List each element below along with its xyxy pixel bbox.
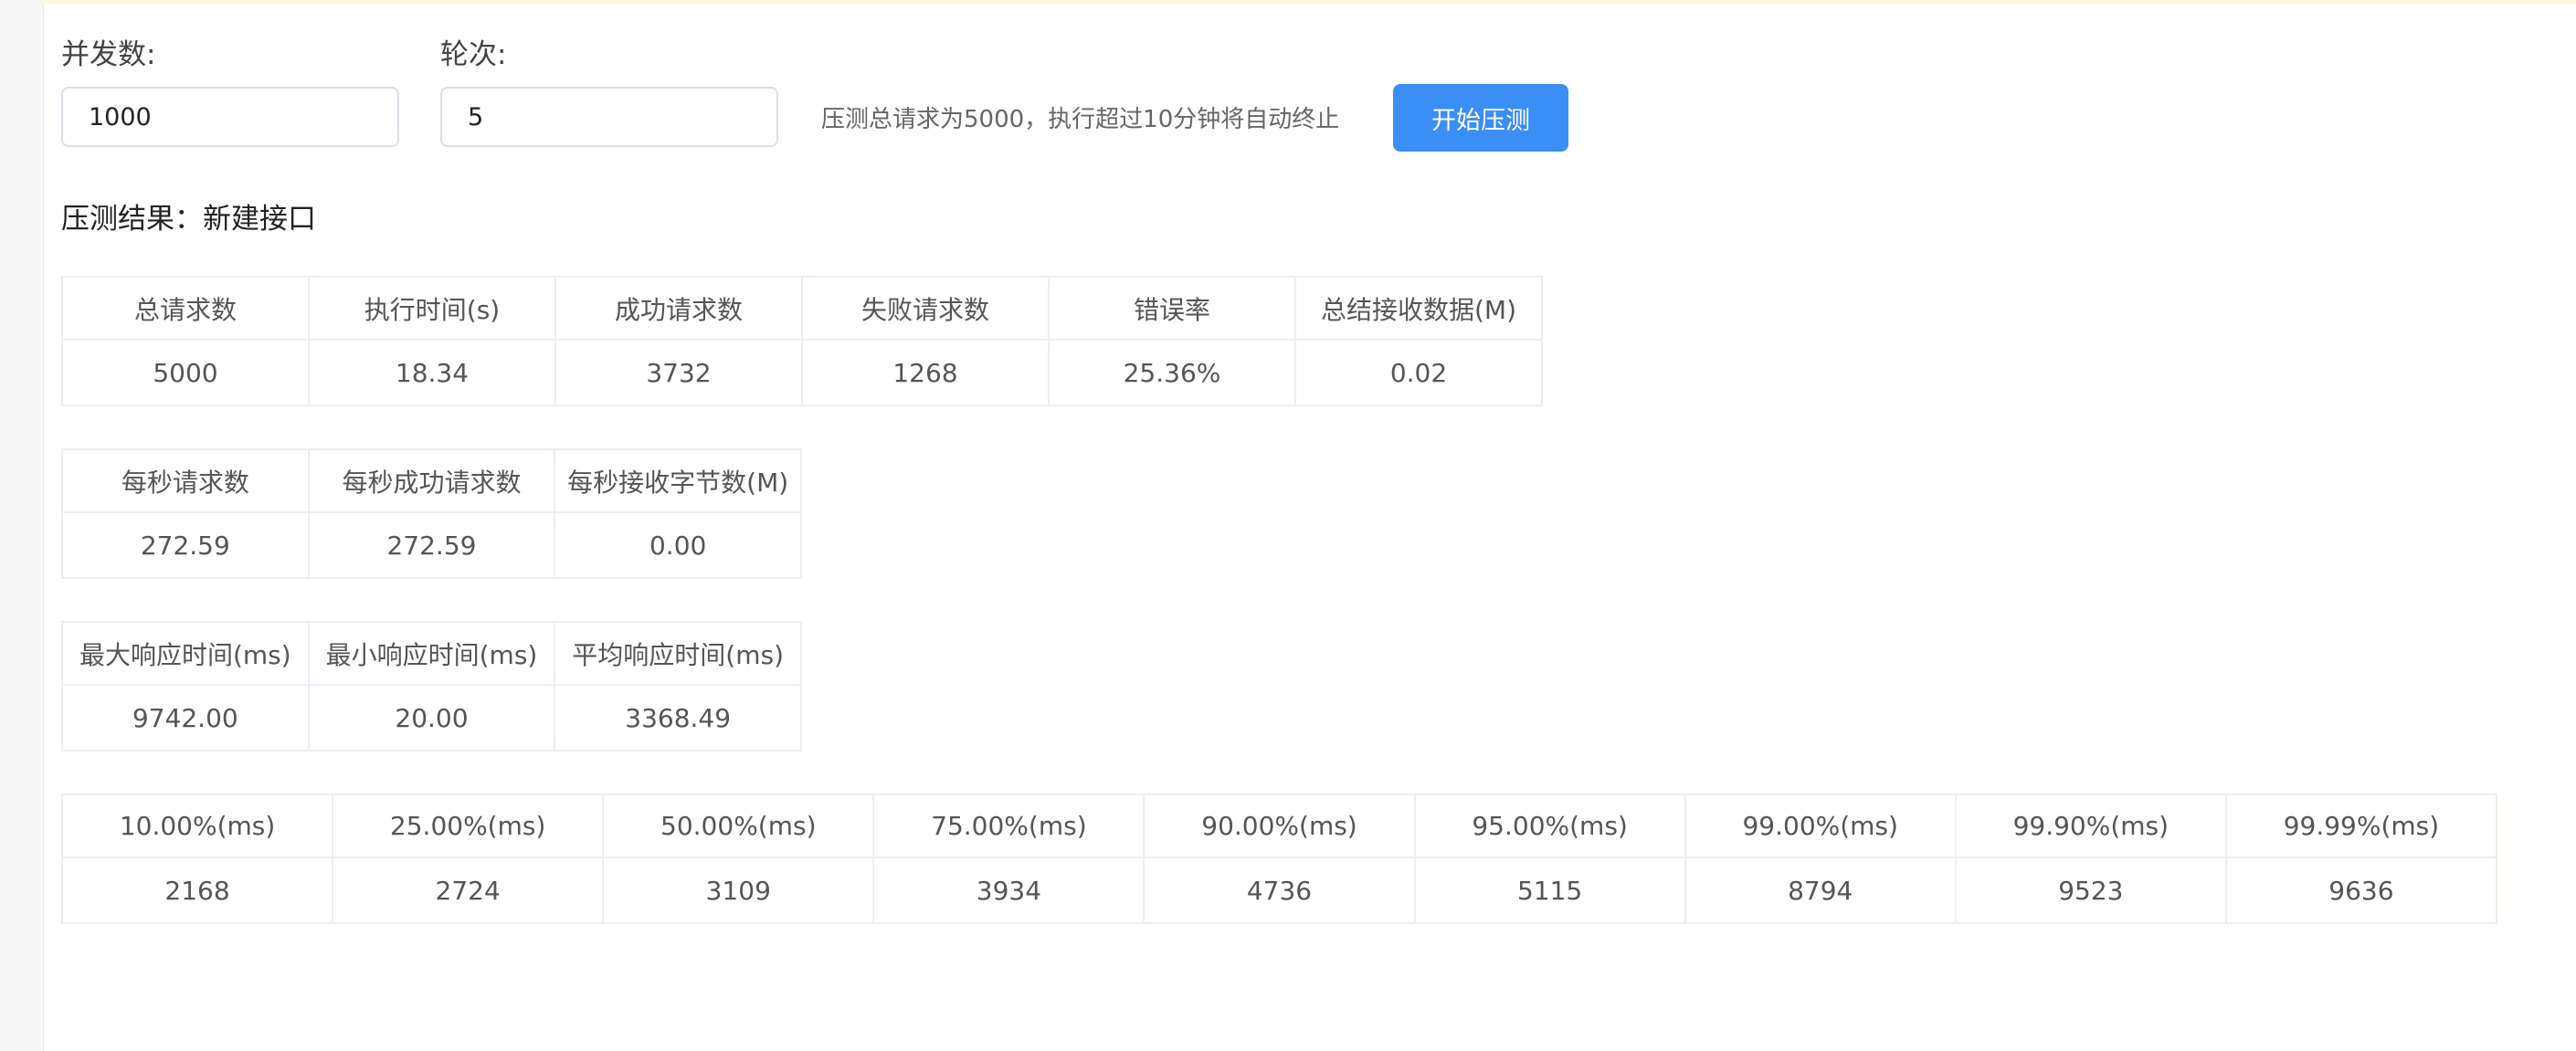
value-cell: 8794 — [1684, 857, 1957, 924]
result-title: 压测结果：新建接口 — [61, 203, 316, 236]
table-header-row: 每秒请求数 每秒成功请求数 每秒接收字节数(M) — [61, 448, 802, 513]
value-cell: 20.00 — [307, 684, 556, 751]
value-cell: 5000 — [61, 339, 310, 406]
rounds-input[interactable] — [440, 87, 778, 147]
value-cell: 25.36% — [1048, 339, 1296, 406]
header-cell: 执行时间(s) — [308, 276, 556, 341]
value-cell: 272.59 — [61, 511, 310, 579]
header-cell: 总请求数 — [61, 276, 310, 341]
per-second-table: 每秒请求数 每秒成功请求数 每秒接收字节数(M) 272.59 272.59 0… — [61, 448, 802, 579]
header-cell: 每秒接收字节数(M) — [554, 448, 802, 513]
rounds-label: 轮次: — [440, 38, 507, 71]
header-cell: 95.00%(ms) — [1413, 794, 1686, 858]
header-cell: 25.00%(ms) — [332, 794, 605, 858]
value-cell: 1268 — [801, 339, 1050, 406]
table-header-row: 最大响应时间(ms) 最小响应时间(ms) 平均响应时间(ms) — [61, 621, 802, 686]
table-row: 272.59 272.59 0.00 — [61, 511, 802, 579]
header-cell: 50.00%(ms) — [602, 794, 875, 858]
header-cell: 10.00%(ms) — [60, 794, 334, 858]
left-sidebar — [0, 0, 44, 1051]
concurrency-label: 并发数: — [61, 38, 156, 71]
summary-table: 总请求数 执行时间(s) 成功请求数 失败请求数 错误率 总结接收数据(M) 5… — [61, 276, 1543, 406]
value-cell: 2724 — [332, 857, 605, 924]
table-header-row: 10.00%(ms) 25.00%(ms) 50.00%(ms) 75.00%(… — [60, 794, 2498, 858]
value-cell: 0.02 — [1294, 339, 1543, 406]
value-cell: 9636 — [2224, 857, 2498, 924]
value-cell: 3934 — [872, 857, 1145, 924]
header-cell: 失败请求数 — [801, 276, 1050, 341]
header-cell: 平均响应时间(ms) — [554, 621, 802, 686]
main-content: 并发数: 轮次: 压测总请求为5000，执行超过10分钟将自动终止 开始压测 压… — [60, 0, 2576, 1051]
value-cell: 272.59 — [307, 511, 556, 579]
table-row: 5000 18.34 3732 1268 25.36% 0.02 — [61, 339, 1543, 406]
header-cell: 最小响应时间(ms) — [307, 621, 556, 686]
header-cell: 99.99%(ms) — [2224, 794, 2498, 858]
value-cell: 3732 — [554, 339, 803, 406]
total-requests-hint: 压测总请求为5000，执行超过10分钟将自动终止 — [821, 106, 1340, 133]
percentile-table: 10.00%(ms) 25.00%(ms) 50.00%(ms) 75.00%(… — [60, 794, 2498, 924]
response-time-table: 最大响应时间(ms) 最小响应时间(ms) 平均响应时间(ms) 9742.00… — [61, 621, 802, 751]
value-cell: 2168 — [60, 857, 334, 924]
header-cell: 每秒成功请求数 — [307, 448, 556, 513]
table-header-row: 总请求数 执行时间(s) 成功请求数 失败请求数 错误率 总结接收数据(M) — [61, 276, 1543, 341]
table-row: 2168 2724 3109 3934 4736 5115 8794 9523 … — [60, 857, 2498, 924]
header-cell: 75.00%(ms) — [872, 794, 1145, 858]
header-cell: 99.90%(ms) — [1954, 794, 2227, 858]
header-cell: 99.00%(ms) — [1684, 794, 1957, 858]
header-cell: 90.00%(ms) — [1143, 794, 1416, 858]
value-cell: 18.34 — [308, 339, 556, 406]
header-cell: 错误率 — [1048, 276, 1296, 341]
value-cell: 3109 — [602, 857, 875, 924]
value-cell: 9742.00 — [61, 684, 310, 751]
value-cell: 0.00 — [554, 511, 802, 579]
value-cell: 5115 — [1413, 857, 1686, 924]
start-test-button[interactable]: 开始压测 — [1393, 84, 1568, 152]
header-cell: 总结接收数据(M) — [1294, 276, 1543, 341]
value-cell: 9523 — [1954, 857, 2227, 924]
header-cell: 最大响应时间(ms) — [61, 621, 310, 686]
value-cell: 4736 — [1143, 857, 1416, 924]
header-cell: 每秒请求数 — [61, 448, 310, 513]
concurrency-input[interactable] — [61, 87, 399, 147]
header-cell: 成功请求数 — [554, 276, 803, 341]
value-cell: 3368.49 — [554, 684, 802, 751]
table-row: 9742.00 20.00 3368.49 — [61, 684, 802, 751]
